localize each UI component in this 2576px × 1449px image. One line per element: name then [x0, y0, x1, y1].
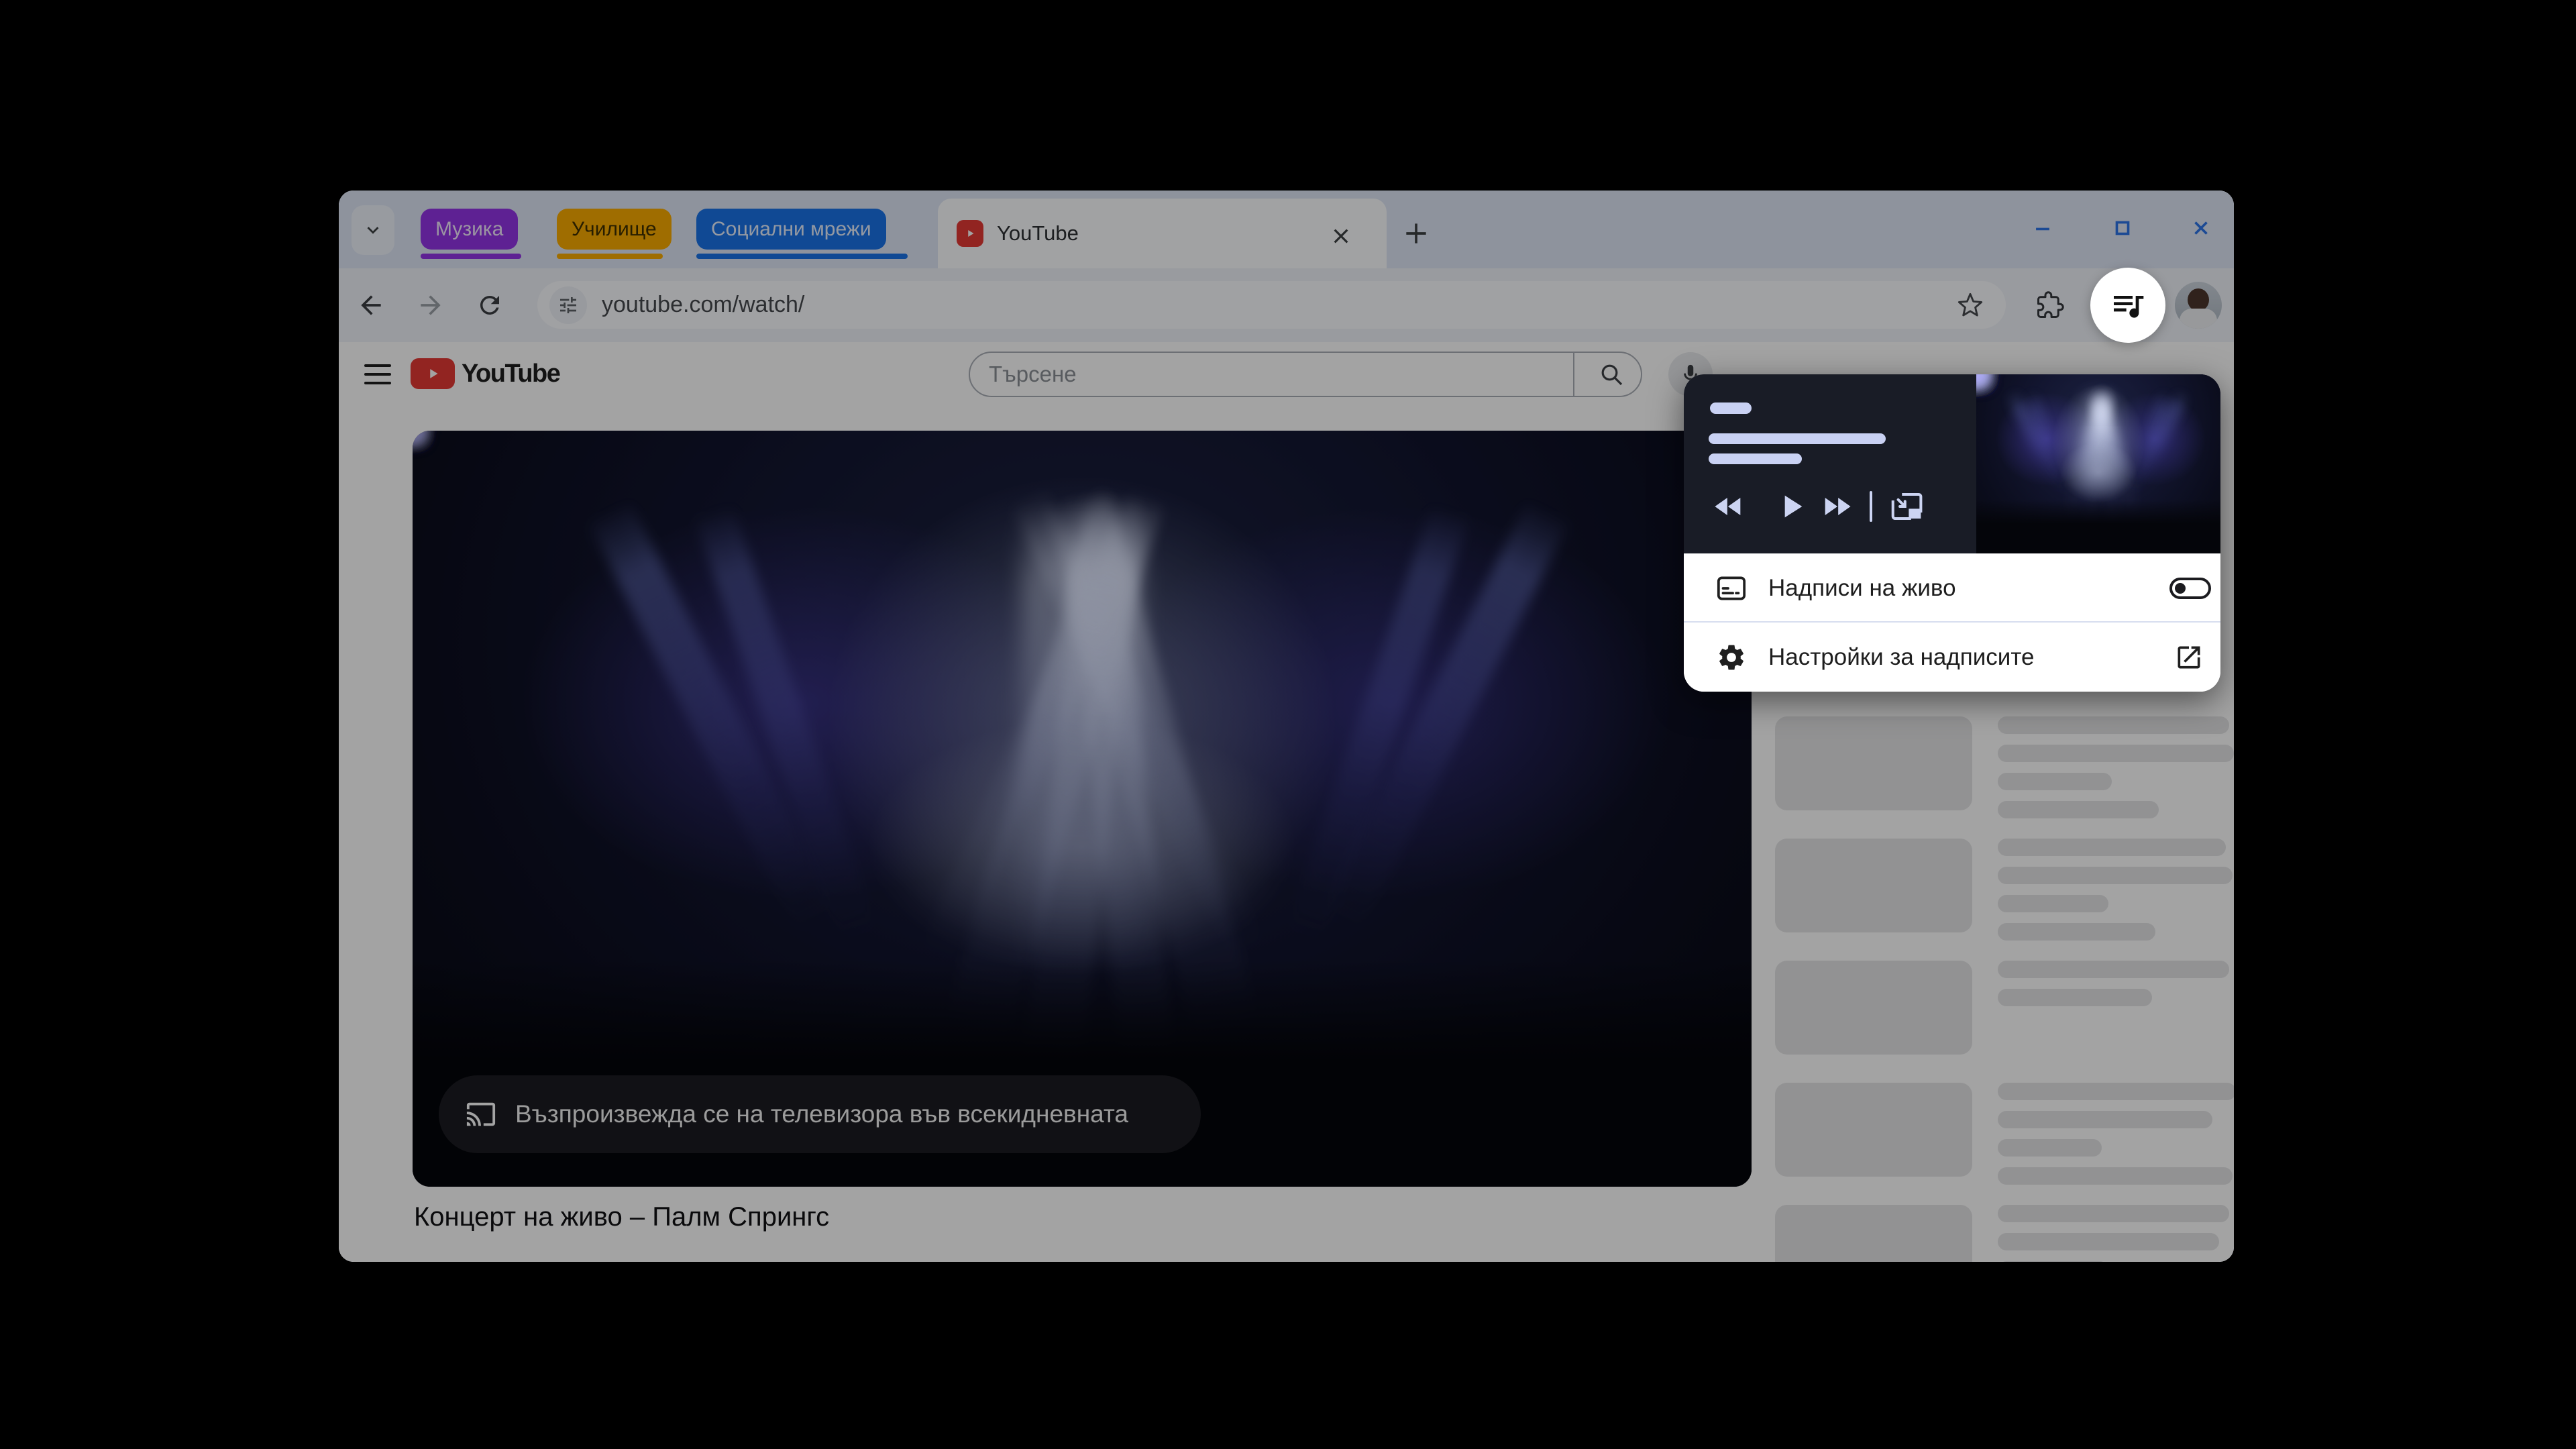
previous-track-button[interactable] [1702, 480, 1756, 533]
open-in-new-icon [2170, 623, 2208, 692]
controls-divider [1870, 491, 1872, 522]
picture-in-picture-button[interactable] [1880, 480, 1933, 533]
live-captions-label: Надписи на живо [1768, 553, 1956, 623]
caption-settings-label: Настройки за надписите [1768, 623, 2034, 692]
queue-music-icon [2109, 286, 2147, 324]
next-track-button[interactable] [1810, 480, 1864, 533]
media-controls-popup: Надписи на живо Настройки за надписите [1684, 374, 2220, 692]
concert-stage-art [1976, 374, 2220, 553]
captions-settings-gear-icon [1714, 623, 1749, 692]
live-captions-icon [1714, 553, 1749, 623]
live-captions-row[interactable]: Надписи на живо [1684, 553, 2220, 623]
media-controls-toolbar-button[interactable] [2090, 268, 2165, 343]
caption-settings-row[interactable]: Настройки за надписите [1684, 623, 2220, 692]
toggle-knob [2175, 583, 2186, 594]
browser-window: Музика Училище Социални мрежи YouTube [339, 191, 2234, 1262]
dim-overlay [339, 191, 2234, 1262]
live-captions-toggle[interactable] [2169, 578, 2211, 599]
media-session-card [1684, 374, 2220, 553]
media-album-art [1976, 374, 2220, 553]
screen-background: Музика Училище Социални мрежи YouTube [0, 0, 2576, 1449]
